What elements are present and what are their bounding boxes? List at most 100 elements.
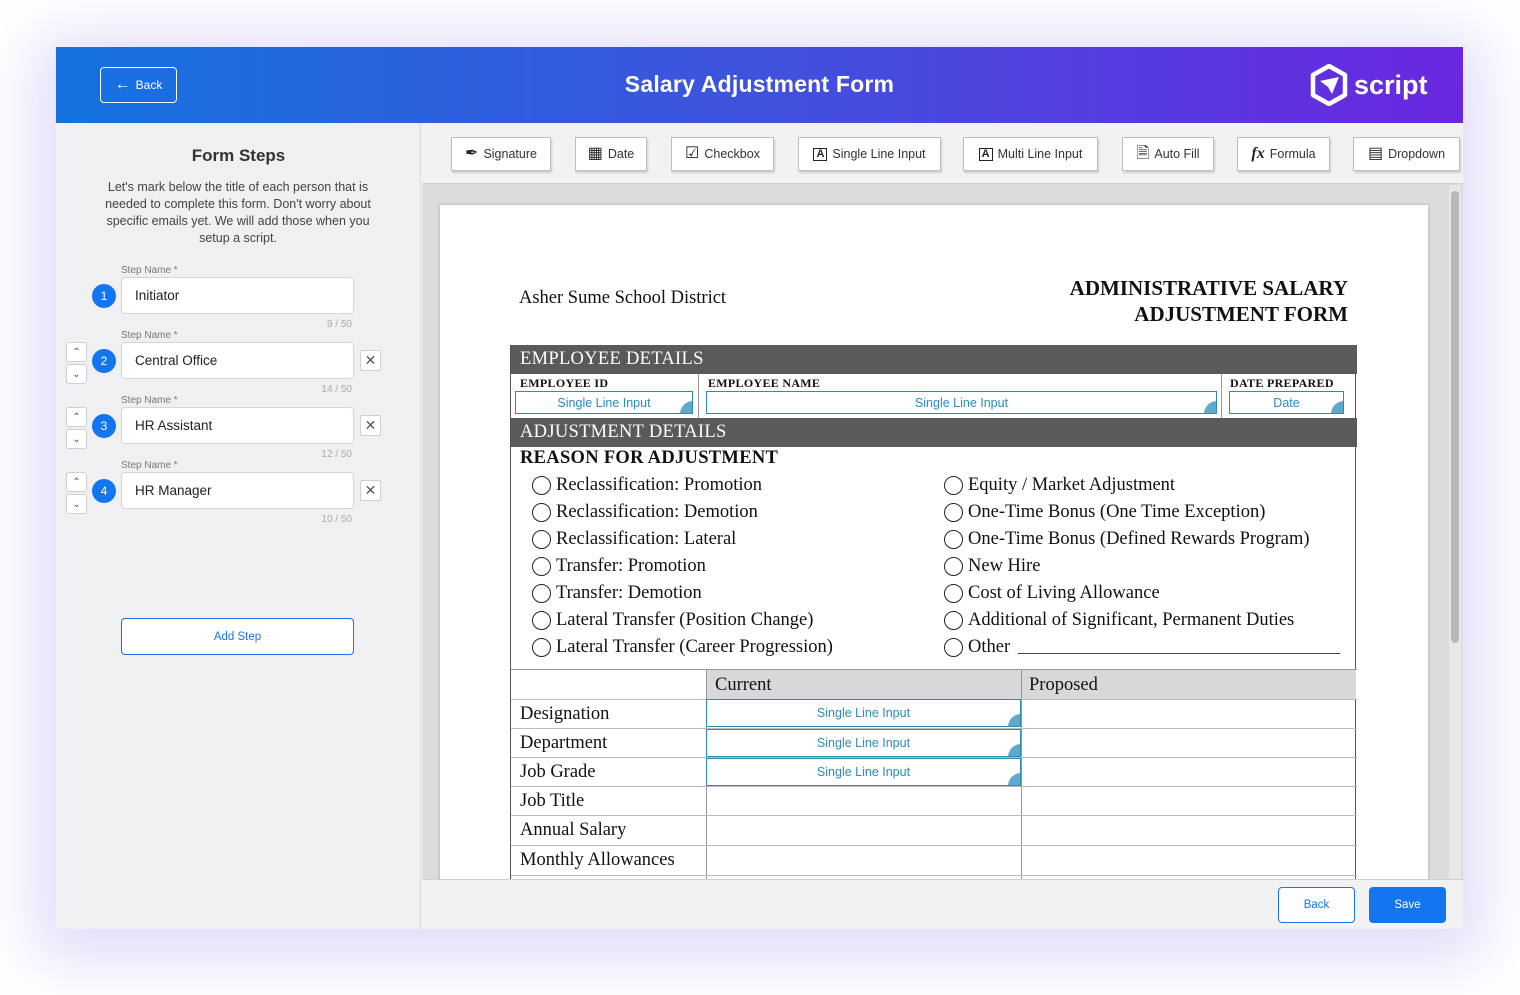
save-button[interactable]: Save [1369, 887, 1446, 923]
tool-label: Dropdown [1388, 147, 1446, 161]
remove-step-button[interactable]: ✕ [360, 350, 381, 371]
reason-option[interactable]: New Hire [944, 556, 1040, 577]
divider [511, 875, 1357, 876]
step-number-badge: 2 [92, 349, 116, 373]
job-grade-current-field[interactable]: Single Line Input [706, 758, 1021, 786]
chevron-down-icon: ⌄ [72, 498, 81, 510]
text-field-icon: A [813, 147, 828, 161]
tool-label: Multi Line Input [997, 147, 1083, 161]
document-viewport[interactable]: Asher Sume School District ADMINISTRATIV… [422, 185, 1463, 879]
step-name-label: Step Name * [121, 460, 178, 471]
reason-option[interactable]: Lateral Transfer (Career Progression) [532, 637, 833, 658]
employee-name-field[interactable]: Single Line Input [706, 391, 1217, 414]
reason-option[interactable]: One-Time Bonus (Defined Rewards Program) [944, 529, 1310, 550]
tool-label: Date [607, 147, 635, 161]
step-char-count: 10 / 50 [321, 514, 352, 525]
table-row-label: Monthly Allowances [520, 850, 675, 870]
step-name-input[interactable]: HR Assistant [121, 407, 354, 444]
field-placeholder: Single Line Input [816, 706, 911, 720]
formula-icon: fx [1251, 145, 1265, 162]
resize-handle-icon[interactable] [1331, 401, 1343, 413]
reason-option[interactable]: One-Time Bonus (One Time Exception) [944, 502, 1265, 523]
paper-plane-logo-icon [1310, 64, 1348, 106]
footer-back-button[interactable]: Back [1278, 887, 1355, 923]
department-current-field[interactable]: Single Line Input [706, 729, 1021, 757]
move-down-button[interactable]: ⌄ [66, 429, 87, 449]
table-row-label: Designation [520, 704, 610, 724]
employee-id-field[interactable]: Single Line Input [515, 391, 693, 414]
tool-auto-fill[interactable]: 🗎 Auto Fill [1122, 137, 1214, 171]
radio-circle-icon [532, 584, 551, 603]
radio-circle-icon [944, 476, 963, 495]
step-name-input[interactable]: Initiator [121, 277, 354, 314]
resize-handle-icon[interactable] [680, 401, 692, 413]
date-prepared-field[interactable]: Date [1229, 391, 1344, 414]
resize-handle-icon[interactable] [1008, 773, 1020, 785]
chevron-up-icon: ⌃ [72, 411, 81, 423]
tool-label: Signature [483, 147, 537, 161]
step-name-input[interactable]: HR Manager [121, 472, 354, 509]
move-up-button[interactable]: ⌃ [66, 407, 87, 427]
reason-option[interactable]: Other [944, 637, 1010, 658]
scrollbar-thumb[interactable] [1451, 191, 1459, 643]
resize-handle-icon[interactable] [1008, 714, 1020, 726]
remove-step-button[interactable]: ✕ [360, 480, 381, 501]
table-row-label: Annual Salary [520, 820, 627, 840]
reason-option[interactable]: Reclassification: Promotion [532, 475, 762, 496]
form-title-line1: ADMINISTRATIVE SALARY [1069, 276, 1348, 300]
chevron-up-icon: ⌃ [72, 476, 81, 488]
reason-label: Reclassification: Promotion [556, 475, 763, 495]
divider [511, 815, 1357, 816]
close-icon: ✕ [364, 352, 377, 368]
add-step-button[interactable]: Add Step [121, 618, 354, 655]
remove-step-button[interactable]: ✕ [360, 415, 381, 436]
adjustment-details-header: ADJUSTMENT DETAILS [511, 418, 1357, 447]
resize-handle-icon[interactable] [1204, 401, 1216, 413]
designation-current-field[interactable]: Single Line Input [706, 699, 1021, 727]
radio-circle-icon [532, 530, 551, 549]
reason-option[interactable]: Transfer: Promotion [532, 556, 706, 577]
reason-option[interactable]: Cost of Living Allowance [944, 583, 1160, 604]
reason-label: Transfer: Demotion [556, 583, 702, 603]
tool-checkbox[interactable]: ☑ Checkbox [671, 137, 774, 171]
dropdown-icon: ▤ [1367, 145, 1384, 162]
tool-signature[interactable]: ✒ Signature [451, 137, 551, 171]
tool-single-line-input[interactable]: A Single Line Input [798, 137, 941, 171]
reason-option[interactable]: Reclassification: Demotion [532, 502, 758, 523]
text-area-icon: A [978, 147, 993, 161]
reason-option[interactable]: Equity / Market Adjustment [944, 475, 1175, 496]
move-up-button[interactable]: ⌃ [66, 342, 87, 362]
tool-date[interactable]: ▦ Date [575, 137, 647, 171]
radio-circle-icon [532, 557, 551, 576]
radio-circle-icon [532, 638, 551, 657]
step-name-label: Step Name * [121, 330, 178, 341]
page-title: Salary Adjustment Form [624, 71, 895, 97]
move-up-button[interactable]: ⌃ [66, 472, 87, 492]
field-placeholder: Single Line Input [816, 736, 911, 750]
divider [1221, 374, 1222, 418]
tool-multi-line-input[interactable]: A Multi Line Input [963, 137, 1098, 171]
editor-footer: Back Save [422, 879, 1463, 929]
reason-option[interactable]: Transfer: Demotion [532, 583, 702, 604]
step-number-badge: 3 [92, 414, 116, 438]
chevron-up-icon: ⌃ [72, 346, 81, 358]
tool-formula[interactable]: fx Formula [1237, 137, 1330, 171]
field-placeholder: Single Line Input [557, 395, 651, 410]
logo-text: script [1354, 69, 1428, 100]
reason-option[interactable]: Additional of Significant, Permanent Dut… [944, 610, 1294, 631]
divider [511, 786, 1357, 787]
tool-dropdown[interactable]: ▤ Dropdown [1353, 137, 1460, 171]
move-down-button[interactable]: ⌄ [66, 364, 87, 384]
step-name-input[interactable]: Central Office [121, 342, 354, 379]
radio-circle-icon [944, 557, 963, 576]
table-header: Current Proposed [706, 669, 1356, 699]
close-icon: ✕ [364, 482, 377, 498]
column-current: Current [715, 675, 772, 695]
field-placeholder: Single Line Input [816, 765, 911, 779]
reason-label: One-Time Bonus (One Time Exception) [968, 502, 1266, 522]
reason-option[interactable]: Reclassification: Lateral [532, 529, 736, 550]
reason-option[interactable]: Lateral Transfer (Position Change) [532, 610, 813, 631]
move-down-button[interactable]: ⌄ [66, 494, 87, 514]
resize-handle-icon[interactable] [1008, 744, 1020, 756]
step-number-badge: 4 [92, 479, 116, 503]
